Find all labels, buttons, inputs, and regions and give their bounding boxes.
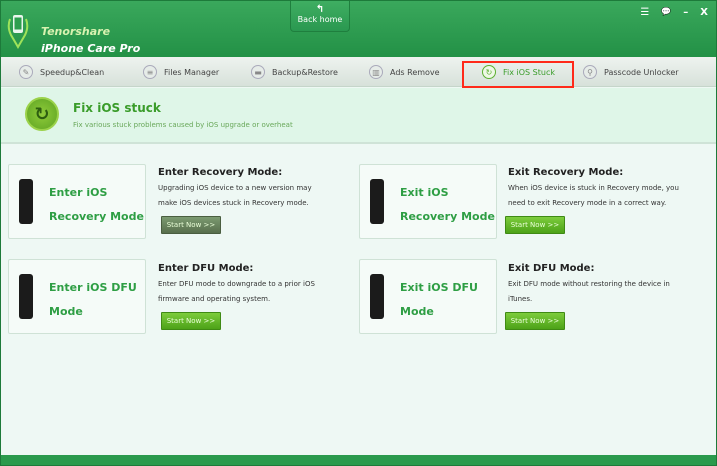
active-tab-highlight: [462, 61, 574, 88]
tab-label: Speedup&Clean: [40, 67, 105, 77]
app-logo-icon: [7, 15, 29, 49]
header: Tenorshare iPhone Care Pro ↰ Back home ☰ 💬…: [1, 1, 716, 57]
exit-recovery-card[interactable]: Exit iOS Recovery Mode: [359, 164, 497, 239]
iphone-icon: [370, 274, 384, 319]
tab-label: Backup&Restore: [272, 67, 338, 77]
app-brand: Tenorshare iPhone Care Pro: [41, 23, 140, 57]
iphone-icon: [370, 179, 384, 224]
minimize-icon[interactable]: –: [683, 7, 688, 18]
close-icon[interactable]: X: [700, 7, 708, 18]
mode-desc: iTunes.: [508, 295, 533, 303]
exit-dfu-description: Exit DFU Mode: Exit DFU mode without rest…: [508, 263, 713, 307]
iphone-icon: [19, 274, 33, 319]
brand-line2: iPhone Care Pro: [41, 42, 141, 55]
key-icon: ⚲: [583, 65, 597, 79]
mode-desc: When iOS device is stuck in Recovery mod…: [508, 184, 679, 192]
menu-icon[interactable]: ☰: [640, 7, 649, 18]
mode-desc: need to exit Recovery mode in a correct …: [508, 199, 667, 207]
enter-dfu-card[interactable]: Enter iOS DFU Mode: [8, 259, 146, 334]
card-title-line: Exit iOS: [400, 186, 449, 199]
card-title-line: Exit iOS DFU: [400, 281, 478, 294]
window-controls: ☰ 💬 – X: [640, 7, 708, 18]
back-home-button[interactable]: ↰ Back home: [290, 1, 350, 32]
card-title-line: Recovery Mode: [400, 210, 495, 223]
card-title-line: Recovery Mode: [49, 210, 144, 223]
mode-desc: Upgrading iOS device to a new version ma…: [158, 184, 312, 192]
exit-recovery-start-button[interactable]: Start Now >>: [505, 216, 565, 234]
back-home-label: Back home: [297, 15, 343, 24]
mode-heading: Enter DFU Mode:: [158, 263, 254, 274]
card-title-line: Enter iOS DFU: [49, 281, 137, 294]
mode-heading: Enter Recovery Mode:: [158, 167, 283, 178]
tab-files-manager[interactable]: ≡ Files Manager: [143, 57, 219, 87]
enter-recovery-start-button[interactable]: Start Now >>: [161, 216, 221, 234]
mode-desc: firmware and operating system.: [158, 295, 271, 303]
tab-backup-restore[interactable]: ▬ Backup&Restore: [251, 57, 338, 87]
enter-dfu-start-button[interactable]: Start Now >>: [161, 312, 221, 330]
mode-desc: make iOS devices stuck in Recovery mode.: [158, 199, 309, 207]
exit-dfu-card[interactable]: Exit iOS DFU Mode: [359, 259, 497, 334]
page-banner: ↻ Fix iOS stuck Fix various stuck proble…: [1, 88, 716, 144]
tab-ads-remove[interactable]: ▥ Ads Remove: [369, 57, 440, 87]
card-title: Exit iOS Recovery Mode: [400, 181, 495, 229]
folder-icon: ▬: [251, 65, 265, 79]
fix-stuck-icon: ↻: [25, 97, 59, 131]
mode-heading: Exit Recovery Mode:: [508, 167, 624, 178]
tab-passcode-unlocker[interactable]: ⚲ Passcode Unlocker: [583, 57, 679, 87]
tab-bar: ✎ Speedup&Clean ≡ Files Manager ▬ Backup&Re…: [1, 57, 716, 87]
card-title: Enter iOS DFU Mode: [49, 276, 137, 324]
file-icon: ≡: [143, 65, 157, 79]
exit-dfu-start-button[interactable]: Start Now >>: [505, 312, 565, 330]
iphone-icon: [19, 179, 33, 224]
page-subtitle: Fix various stuck problems caused by iOS…: [73, 121, 293, 129]
enter-recovery-card[interactable]: Enter iOS Recovery Mode: [8, 164, 146, 239]
trash-icon: ▥: [369, 65, 383, 79]
tab-label: Passcode Unlocker: [604, 67, 679, 77]
mode-desc: Enter DFU mode to downgrade to a prior i…: [158, 280, 315, 288]
mode-desc: Exit DFU mode without restoring the devi…: [508, 280, 670, 288]
brand-line1: Tenorshare: [41, 25, 111, 38]
tab-label: Files Manager: [164, 67, 220, 77]
footer-bar: [1, 455, 716, 465]
card-title-line: Mode: [400, 305, 434, 318]
mode-heading: Exit DFU Mode:: [508, 263, 595, 274]
page-title: Fix iOS stuck: [73, 101, 161, 115]
feedback-icon[interactable]: 💬: [661, 7, 671, 18]
exit-recovery-description: Exit Recovery Mode: When iOS device is st…: [508, 167, 713, 211]
enter-recovery-description: Enter Recovery Mode: Upgrading iOS device…: [158, 167, 338, 211]
card-title: Exit iOS DFU Mode: [400, 276, 478, 324]
rocket-icon: ✎: [19, 65, 33, 79]
enter-dfu-description: Enter DFU Mode: Enter DFU mode to downgra…: [158, 263, 338, 307]
app-window: Tenorshare iPhone Care Pro ↰ Back home ☰ 💬…: [1, 1, 716, 465]
tab-speedup-clean[interactable]: ✎ Speedup&Clean: [19, 57, 104, 87]
tab-label: Ads Remove: [390, 67, 440, 77]
card-title-line: Enter iOS: [49, 186, 108, 199]
back-arrow-icon: ↰: [315, 4, 325, 15]
card-title: Enter iOS Recovery Mode: [49, 181, 144, 229]
card-title-line: Mode: [49, 305, 83, 318]
